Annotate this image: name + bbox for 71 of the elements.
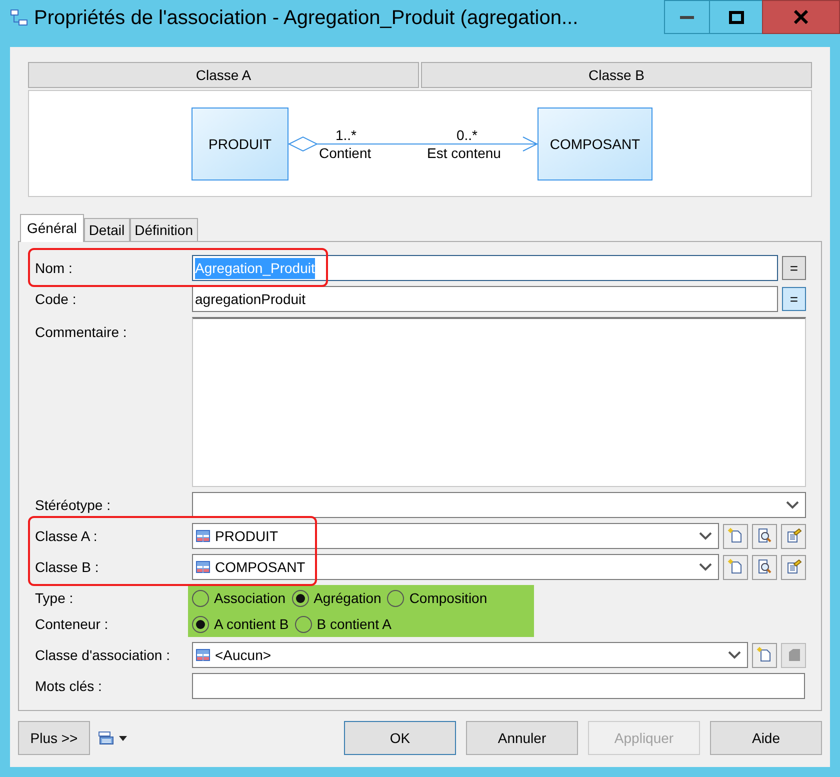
field-label: Stéréotype : bbox=[35, 496, 110, 515]
dropdown-chevron-icon bbox=[786, 501, 799, 509]
radio-button[interactable] bbox=[294, 616, 312, 632]
field-label: Commentaire : bbox=[35, 323, 127, 342]
new-document-icon bbox=[756, 647, 772, 663]
class-icon bbox=[196, 561, 210, 573]
radio-button[interactable] bbox=[292, 590, 309, 606]
tab[interactable]: Detail bbox=[84, 218, 130, 241]
class-name: PRODUIT bbox=[208, 136, 272, 152]
dropdown-chevron-icon bbox=[699, 563, 712, 571]
text-field[interactable] bbox=[192, 673, 805, 699]
document-pencil-button[interactable] bbox=[781, 524, 806, 548]
class-icon bbox=[196, 530, 210, 542]
radio-option[interactable]: Composition bbox=[387, 588, 488, 608]
class-dropdown[interactable]: COMPOSANT bbox=[192, 554, 719, 580]
document-pencil-icon bbox=[786, 559, 802, 575]
role-label: Est contenu bbox=[427, 145, 501, 161]
window-title: Propriétés de l'association - Agregation_Produit (agregation... bbox=[34, 6, 578, 31]
class-icon bbox=[196, 649, 210, 661]
field-label: Conteneur : bbox=[35, 614, 108, 634]
radio-option[interactable]: A contient B bbox=[192, 614, 289, 634]
class-dropdown[interactable]: <Aucun> bbox=[192, 642, 748, 668]
radio-button[interactable] bbox=[192, 616, 209, 632]
document-magnifier-icon bbox=[756, 528, 772, 544]
field-label: Nom : bbox=[35, 258, 72, 278]
multiplicity-label: 1..* bbox=[336, 127, 356, 143]
radio-button[interactable] bbox=[192, 590, 209, 606]
tree-icon bbox=[10, 9, 28, 27]
field-label: Type : bbox=[35, 588, 74, 608]
new-document-icon bbox=[728, 559, 744, 575]
tab[interactable]: Général bbox=[20, 214, 84, 242]
dropdown-chevron-icon bbox=[728, 651, 741, 659]
document-magnifier-button[interactable] bbox=[752, 554, 777, 580]
equals-toggle-button[interactable]: = bbox=[782, 256, 806, 280]
field-label: Classe B : bbox=[35, 558, 99, 576]
document-magnifier-icon bbox=[756, 559, 772, 575]
dialog-button[interactable]: Aide bbox=[710, 721, 822, 755]
printer-icon bbox=[98, 730, 114, 746]
minimize-button[interactable] bbox=[664, 0, 710, 34]
new-document-button[interactable] bbox=[723, 554, 748, 580]
close-icon bbox=[794, 10, 808, 24]
dialog-button[interactable]: Annuler bbox=[466, 721, 578, 755]
radio-option[interactable]: Association bbox=[192, 588, 286, 608]
stereotype-dropdown[interactable] bbox=[192, 492, 806, 518]
radio-option[interactable]: Agrégation bbox=[292, 588, 382, 608]
class-dropdown[interactable]: PRODUIT bbox=[192, 523, 719, 549]
new-document-icon bbox=[728, 528, 744, 544]
dialog-button[interactable]: OK bbox=[344, 721, 456, 755]
equals-toggle-button[interactable]: = bbox=[782, 287, 806, 311]
tab[interactable]: Définition bbox=[130, 218, 198, 241]
multiplicity-label: 0..* bbox=[456, 127, 478, 143]
field-label: Classe A : bbox=[35, 526, 98, 546]
field-label: Classe d'association : bbox=[35, 646, 170, 664]
field-label: Mots clés : bbox=[35, 676, 102, 696]
dropdown-arrow-icon bbox=[119, 736, 127, 740]
class-name: COMPOSANT bbox=[550, 136, 640, 152]
text-field[interactable]: agregationProduit bbox=[192, 286, 778, 312]
field-label: Code : bbox=[35, 290, 76, 308]
document-magnifier-button[interactable] bbox=[752, 524, 777, 548]
radio-button[interactable] bbox=[387, 590, 404, 606]
new-document-button[interactable] bbox=[723, 524, 748, 548]
new-document-button[interactable] bbox=[752, 642, 777, 668]
document-pencil-icon bbox=[786, 528, 802, 544]
role-label: Contient bbox=[319, 145, 372, 161]
more-button[interactable]: Plus >> bbox=[18, 721, 90, 755]
radio-option[interactable]: B contient A bbox=[294, 614, 392, 634]
close-button[interactable] bbox=[762, 0, 840, 34]
column-header: Classe A bbox=[28, 62, 419, 88]
column-header: Classe B bbox=[421, 62, 812, 88]
document-pencil-button[interactable] bbox=[781, 554, 806, 580]
dropdown-chevron-icon bbox=[699, 532, 712, 540]
